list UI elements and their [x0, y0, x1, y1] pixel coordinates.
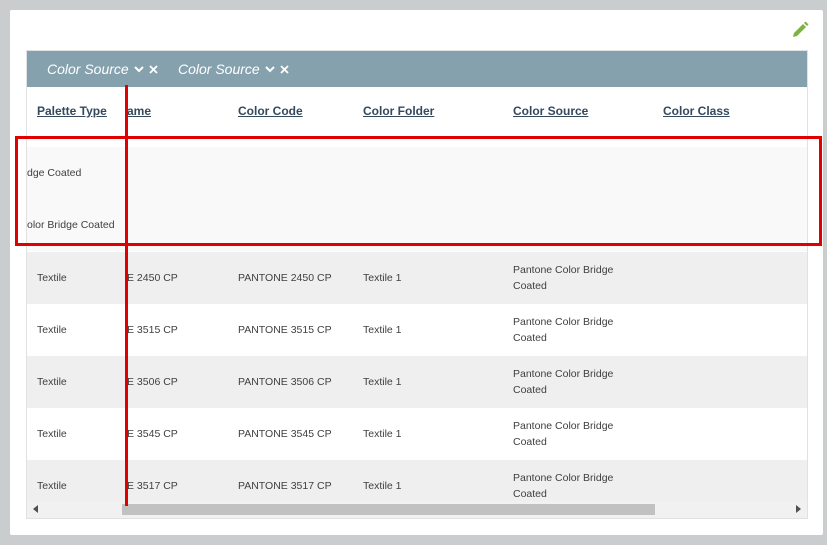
cell-name: E 3515 CP — [127, 324, 178, 336]
scroll-left-arrow-icon[interactable] — [33, 505, 38, 513]
column-header-name[interactable]: ame — [127, 87, 151, 135]
highlight-box — [15, 136, 822, 246]
table-row[interactable]: Textile E 2450 CP PANTONE 2450 CP Textil… — [27, 252, 807, 304]
cell-color-folder: Textile 1 — [363, 272, 402, 284]
pencil-icon[interactable] — [790, 20, 810, 40]
cell-color-code: PANTONE 2450 CP — [238, 272, 332, 284]
column-header-palette-type[interactable]: Palette Type — [37, 87, 107, 135]
table-row[interactable]: Textile E 3506 CP PANTONE 3506 CP Textil… — [27, 356, 807, 408]
scrollbar-thumb[interactable] — [122, 504, 655, 515]
table-row[interactable]: Textile E 3545 CP PANTONE 3545 CP Textil… — [27, 408, 807, 460]
cell-palette-type: Textile — [37, 376, 67, 388]
cell-color-source: Pantone Color Bridge Coated — [513, 420, 614, 448]
cell-color-code: PANTONE 3545 CP — [238, 428, 332, 440]
group-by-bar: Color Source Color Source — [27, 51, 807, 87]
group-chip-color-source-2[interactable]: Color Source — [178, 51, 290, 87]
horizontal-scrollbar[interactable] — [27, 501, 807, 518]
cell-color-source: Pantone Color Bridge Coated — [513, 264, 614, 292]
scroll-right-arrow-icon[interactable] — [796, 505, 801, 513]
cell-color-folder: Textile 1 — [363, 428, 402, 440]
chevron-down-icon[interactable] — [133, 63, 145, 75]
cell-name: E 2450 CP — [127, 272, 178, 284]
data-grid: Color Source Color Source Palette Type a… — [26, 50, 808, 519]
cell-palette-type: Textile — [37, 272, 67, 284]
cell-color-folder: Textile 1 — [363, 324, 402, 336]
cell-palette-type: Textile — [37, 324, 67, 336]
column-header-row: Palette Type ame Color Code Color Folder… — [27, 87, 807, 135]
panel-card: Color Source Color Source Palette Type a… — [10, 10, 823, 535]
group-chip-label: Color Source — [178, 61, 260, 77]
group-chip-color-source-1[interactable]: Color Source — [47, 51, 159, 87]
cell-color-code: PANTONE 3515 CP — [238, 324, 332, 336]
group-chip-label: Color Source — [47, 61, 129, 77]
table-row[interactable]: Textile E 3515 CP PANTONE 3515 CP Textil… — [27, 304, 807, 356]
close-icon[interactable] — [279, 64, 290, 75]
cell-color-code: PANTONE 3506 CP — [238, 376, 332, 388]
column-header-color-source[interactable]: Color Source — [513, 87, 588, 135]
cell-name: E 3545 CP — [127, 428, 178, 440]
close-icon[interactable] — [148, 64, 159, 75]
cell-color-folder: Textile 1 — [363, 376, 402, 388]
cell-color-source: Pantone Color Bridge Coated — [513, 368, 614, 396]
column-header-color-code[interactable]: Color Code — [238, 87, 303, 135]
cell-color-source: Pantone Color Bridge Coated — [513, 316, 614, 344]
column-header-color-folder[interactable]: Color Folder — [363, 87, 434, 135]
cell-name: E 3506 CP — [127, 376, 178, 388]
column-header-color-class[interactable]: Color Class — [663, 87, 730, 135]
cell-palette-type: Textile — [37, 428, 67, 440]
chevron-down-icon[interactable] — [264, 63, 276, 75]
